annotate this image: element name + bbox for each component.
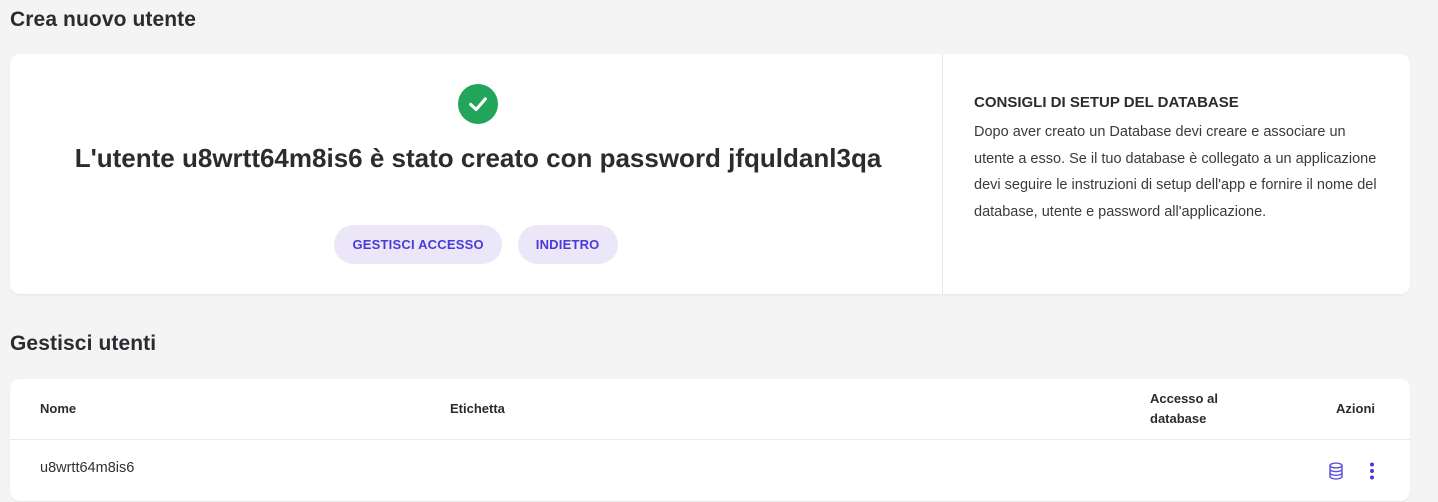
database-icon[interactable] — [1325, 460, 1347, 482]
action-buttons: GESTISCI ACCESSO INDIETRO — [10, 225, 942, 264]
column-name-header: Nome — [40, 401, 77, 416]
user-name-cell: u8wrtt64m8is6 — [40, 460, 135, 476]
success-message: L'utente u8wrtt64m8is6 è stato creato co… — [74, 143, 882, 173]
check-circle-icon — [458, 84, 498, 124]
more-vertical-icon[interactable] — [1361, 460, 1383, 482]
tips-body: Dopo aver creato un Database devi creare… — [974, 124, 1377, 220]
users-table: Nome Etichetta Accesso al database Azion… — [10, 379, 1410, 501]
table-row: u8wrtt64m8is6 — [10, 440, 1410, 500]
database-setup-tips: CONSIGLI DI SETUP DEL DATABASE Dopo aver… — [943, 54, 1410, 294]
create-user-card: L'utente u8wrtt64m8is6 è stato creato co… — [10, 54, 1410, 294]
back-button[interactable]: INDIETRO — [517, 225, 618, 264]
column-label-header: Etichetta — [450, 401, 505, 416]
column-db-access-header: Accesso al database — [1150, 391, 1218, 426]
create-user-title: Crea nuovo utente — [10, 8, 197, 31]
create-result-panel: L'utente u8wrtt64m8is6 è stato creato co… — [10, 54, 943, 294]
manage-access-button[interactable]: GESTISCI ACCESSO — [334, 225, 502, 264]
tips-title: CONSIGLI DI SETUP DEL DATABASE — [974, 94, 1239, 111]
manage-users-title: Gestisci utenti — [10, 332, 157, 355]
table-header: Nome Etichetta Accesso al database Azion… — [10, 379, 1410, 440]
column-actions-header: Azioni — [1336, 401, 1375, 416]
